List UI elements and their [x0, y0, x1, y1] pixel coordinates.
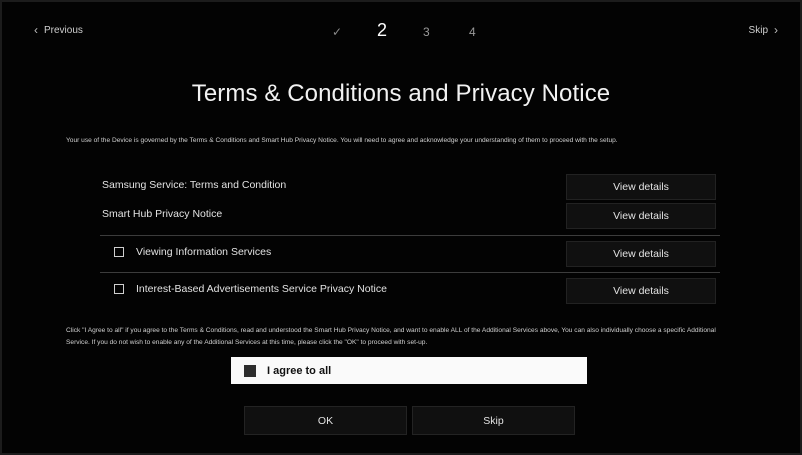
view-details-button[interactable]: View details — [566, 174, 716, 200]
agree-all-note: Click "I Agree to all" if you agree to t… — [66, 327, 716, 346]
agreement-label: Samsung Service: Terms and Condition — [102, 179, 287, 191]
chevron-left-icon: ‹ — [34, 23, 38, 37]
agreement-label: Viewing Information Services — [136, 246, 272, 258]
step-2-current: 2 — [377, 20, 388, 40]
view-details-button[interactable]: View details — [566, 241, 716, 267]
intro-text: Your use of the Device is governed by th… — [66, 137, 618, 144]
viewing-info-checkbox[interactable] — [114, 247, 124, 257]
skip-nav-label: Skip — [748, 24, 768, 36]
view-details-button[interactable]: View details — [566, 278, 716, 304]
top-navigation: ‹ Previous ✓ 2 3 4 Skip › — [2, 2, 800, 52]
step-1-check-icon: ✓ — [332, 25, 343, 39]
page-title: Terms & Conditions and Privacy Notice — [191, 80, 611, 107]
step-3: 3 — [423, 25, 430, 39]
interest-ads-checkbox[interactable] — [114, 284, 124, 294]
agreement-row-terms: Samsung Service: Terms and Condition Vie… — [92, 172, 718, 200]
agreement-label: Smart Hub Privacy Notice — [102, 208, 223, 220]
chevron-right-icon: › — [774, 23, 778, 37]
divider — [100, 272, 720, 273]
skip-nav-button[interactable]: Skip › — [749, 24, 778, 36]
skip-button[interactable]: Skip — [412, 406, 575, 435]
previous-button[interactable]: ‹ Previous — [34, 24, 83, 36]
divider — [100, 235, 720, 236]
ok-button[interactable]: OK — [244, 406, 407, 435]
agreement-label: Interest-Based Advertisements Service Pr… — [136, 283, 387, 295]
previous-label: Previous — [44, 24, 83, 36]
agreement-row-ads: Interest-Based Advertisements Service Pr… — [92, 276, 718, 304]
agreement-row-viewing-info: Viewing Information Services View detail… — [92, 239, 718, 267]
agree-to-all-checkbox[interactable]: I agree to all — [231, 357, 587, 384]
view-details-button[interactable]: View details — [566, 203, 716, 229]
agreement-row-privacy: Smart Hub Privacy Notice View details — [92, 201, 718, 229]
terms-setup-screen: ‹ Previous ✓ 2 3 4 Skip › Terms & Condit… — [0, 0, 802, 455]
step-4: 4 — [469, 25, 476, 39]
step-indicator: ✓ 2 3 4 — [332, 20, 476, 41]
agree-to-all-label: I agree to all — [267, 364, 332, 377]
agree-checkbox-box — [244, 364, 256, 377]
